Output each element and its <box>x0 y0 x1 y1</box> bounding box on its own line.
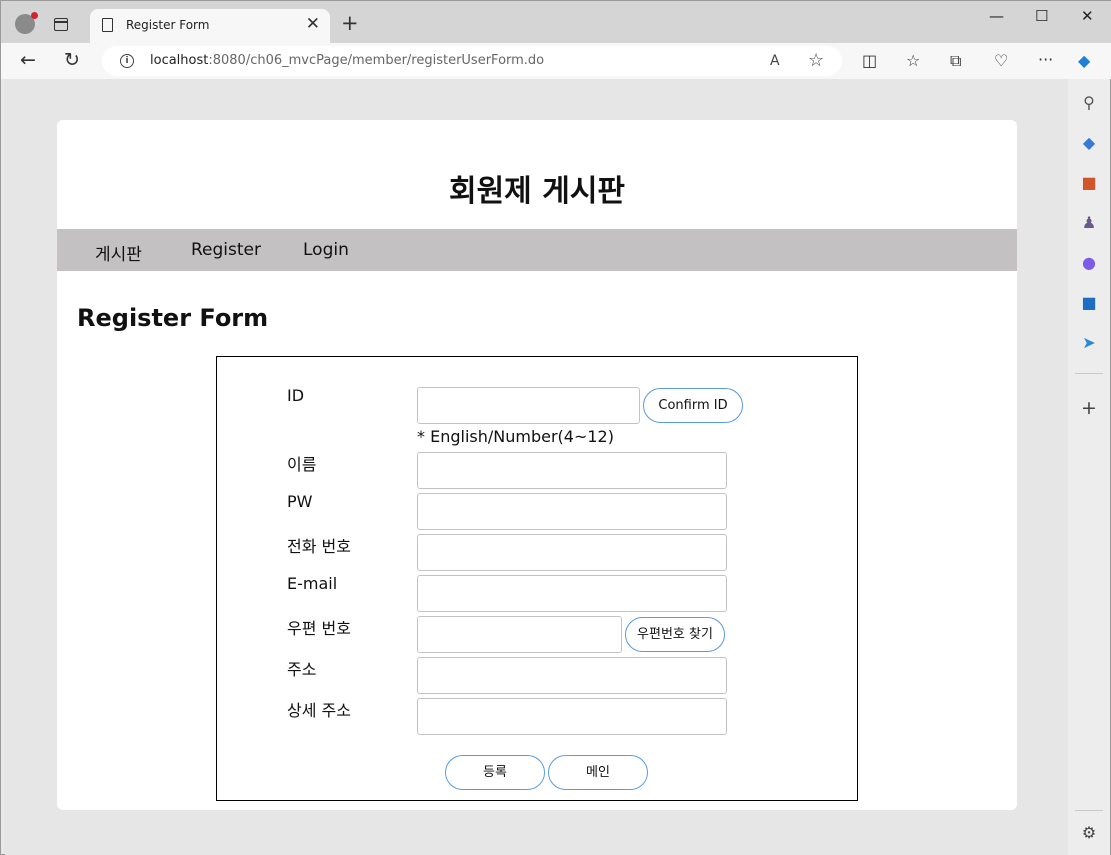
games-icon[interactable]: ♟ <box>1079 213 1099 233</box>
id-input[interactable] <box>417 387 640 424</box>
zipcode-input[interactable] <box>417 616 622 653</box>
browser-tab[interactable]: Register Form ✕ <box>90 9 330 43</box>
microsoft365-icon[interactable]: ● <box>1079 253 1099 273</box>
zipcode-label: 우편 번호 <box>287 619 351 638</box>
search-icon[interactable]: ⚲ <box>1079 93 1099 113</box>
tools-briefcase-icon[interactable]: ■ <box>1079 173 1099 193</box>
submit-button[interactable]: 등록 <box>445 755 545 790</box>
email-input[interactable] <box>417 575 727 612</box>
site-title: 회원제 게시판 <box>448 174 626 209</box>
confirm-id-button[interactable]: Confirm ID <box>643 388 743 423</box>
sidebar-divider <box>1075 373 1103 374</box>
split-screen-icon[interactable]: ◫ <box>862 51 877 70</box>
address-input[interactable] <box>417 657 727 694</box>
more-menu-icon[interactable]: ··· <box>1038 50 1053 69</box>
back-button[interactable]: ← <box>20 49 36 71</box>
sidebar-divider <box>1075 810 1103 811</box>
settings-gear-icon[interactable]: ⚙ <box>1079 823 1099 843</box>
favorite-star-icon[interactable]: ☆ <box>808 50 824 71</box>
id-hint: * English/Number(4~12) <box>417 427 614 446</box>
address-detail-label: 상세 주소 <box>287 701 351 720</box>
new-tab-button[interactable]: + <box>341 11 359 35</box>
site-info-icon[interactable]: i <box>120 54 134 68</box>
edge-sidebar: ⚲ ◆ ■ ♟ ● ■ ➤ + ⚙ <box>1068 79 1110 855</box>
main-button[interactable]: 메인 <box>548 755 648 790</box>
nav-item-register[interactable]: Register <box>191 240 261 260</box>
browser-window: Register Form ✕ + — ☐ ✕ ← ↻ i localhost:… <box>0 0 1111 855</box>
phone-input[interactable] <box>417 534 727 571</box>
nav-item-login[interactable]: Login <box>303 240 349 260</box>
email-label: E-mail <box>287 574 338 593</box>
read-aloud-icon[interactable]: A <box>770 53 780 69</box>
page-heading: Register Form <box>77 304 269 332</box>
copilot-icon[interactable]: ◆ <box>1078 51 1090 70</box>
page-container: 회원제 게시판 게시판 Register Login Register Form… <box>57 120 1017 810</box>
nav-item-board[interactable]: 게시판 <box>95 240 142 265</box>
favorites-icon[interactable]: ☆ <box>906 51 920 70</box>
name-label: 이름 <box>287 455 317 474</box>
tab-strip: Register Form ✕ + — ☐ ✕ <box>1 1 1111 43</box>
reload-button[interactable]: ↻ <box>64 49 80 71</box>
register-form: ID Confirm ID * English/Number(4~12) 이름 … <box>216 356 858 801</box>
address-bar[interactable]: i localhost:8080/ch06_mvcPage/member/reg… <box>102 46 842 76</box>
pw-input[interactable] <box>417 493 727 530</box>
main-nav: 게시판 Register Login <box>57 229 1017 271</box>
find-zipcode-button[interactable]: 우편번호 찾기 <box>625 617 725 652</box>
name-input[interactable] <box>417 452 727 489</box>
tab-title: Register Form <box>126 18 210 32</box>
url-text[interactable]: localhost:8080/ch06_mvcPage/member/regis… <box>150 53 544 68</box>
collections-icon[interactable]: ⧉ <box>950 51 961 71</box>
outlook-icon[interactable]: ■ <box>1079 293 1099 313</box>
minimize-button[interactable]: — <box>989 7 1004 25</box>
tab-close-icon[interactable]: ✕ <box>306 14 320 34</box>
address-detail-input[interactable] <box>417 698 727 735</box>
send-icon[interactable]: ➤ <box>1079 333 1099 353</box>
phone-label: 전화 번호 <box>287 537 351 556</box>
page-viewport: 회원제 게시판 게시판 Register Login Register Form… <box>5 79 1068 855</box>
id-label: ID <box>287 386 305 405</box>
browser-toolbar: ← ↻ i localhost:8080/ch06_mvcPage/member… <box>1 43 1111 79</box>
shopping-tag-icon[interactable]: ◆ <box>1079 133 1099 153</box>
add-sidebar-app-icon[interactable]: + <box>1079 397 1099 419</box>
address-label: 주소 <box>287 660 317 679</box>
pw-label: PW <box>287 492 313 511</box>
document-icon <box>102 18 113 32</box>
profile-avatar-icon[interactable] <box>15 12 38 34</box>
maximize-button[interactable]: ☐ <box>1035 7 1048 25</box>
browser-essentials-icon[interactable]: ♡ <box>994 51 1008 70</box>
tab-actions-icon[interactable] <box>54 18 68 31</box>
close-window-button[interactable]: ✕ <box>1081 7 1094 25</box>
